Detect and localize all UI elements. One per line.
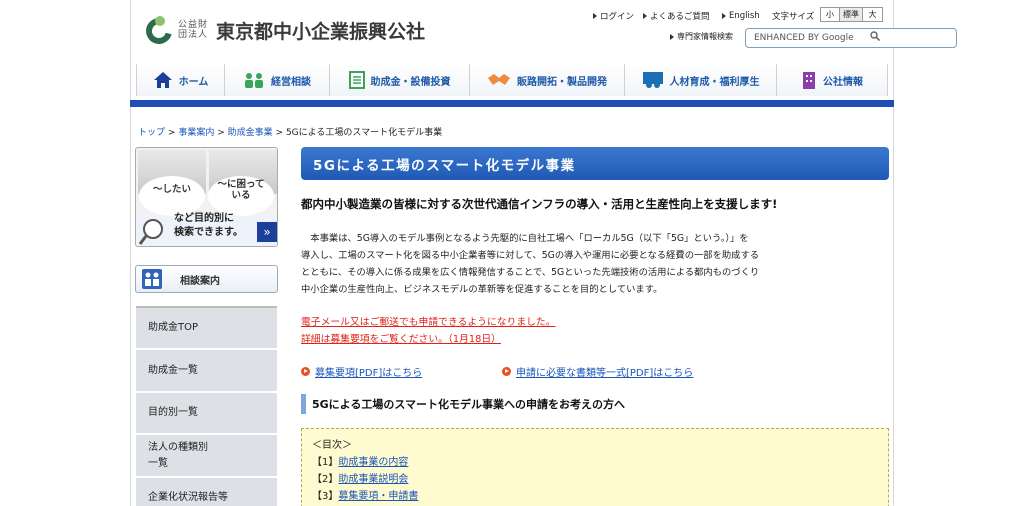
lead-text: 都内中小製造業の皆様に対する次世代通信インフラの導入・活用と生産性向上を支援しま… [301,197,778,211]
nav-item-consulting[interactable]: 経営相談 [225,64,330,96]
sidebar-item-purpose-list[interactable]: 目的別一覧 [136,393,277,435]
sidebar-item-grants-list[interactable]: 助成金一覧 [136,350,277,393]
arrow-right-icon [670,33,674,40]
logo-subtitle: 公益財団法人 [178,20,209,40]
breadcrumb-grants[interactable]: 助成金事業 [228,128,273,138]
bullet-arrow-icon [301,367,310,376]
nav-item-company-info[interactable]: 公社情報 [777,64,888,96]
breadcrumb-current: 5Gによる工場のスマート化モデル事業 [285,128,443,138]
toc-item: 【3】募集要項・申請書 [312,491,419,502]
description-text: 本事業は、5G導入のモデル事例となるよう先駆的に自社工場へ「ローカル5G（以下「… [301,233,760,295]
nav-item-training[interactable]: 人材育成・福利厚生 [625,64,777,96]
sidebar-item-status-report[interactable]: 企業化状況報告等 [136,478,277,506]
document-icon [348,71,365,89]
toc-link-briefing[interactable]: 助成事業説明会 [338,474,408,485]
toc-item: 【1】助成事業の内容 [312,457,409,468]
sidebar-item-grants-top[interactable]: 助成金TOP [136,308,277,350]
sidebar-menu: 助成金TOP 助成金一覧 目的別一覧 法人の種類別 一覧 企業化状況報告等 [136,306,277,506]
page-title: 5Gによる工場のスマート化モデル事業 [301,147,889,180]
sidebar-item-corporation-type[interactable]: 法人の種類別 一覧 [136,435,277,478]
breadcrumb: トップ > 事業案内 > 助成金事業 > 5Gによる工場のスマート化モデル事業 [138,128,443,138]
nav-item-grants[interactable]: 助成金・設備投資 [330,64,470,96]
search-icon[interactable] [870,31,880,41]
building-icon [803,72,815,89]
font-size-standard-button[interactable]: 標準 [839,7,863,22]
application-docs-pdf-link[interactable]: 申請に必要な書類等一式[PDF]はこちら [502,364,693,379]
font-size-large-button[interactable]: 大 [862,7,883,22]
header-divider [130,100,894,107]
consultation-button[interactable]: 相談案内 [135,265,278,293]
guidelines-pdf-link[interactable]: 募集要項[PDF]はこちら [301,364,422,379]
toc-link-guidelines[interactable]: 募集要項・申請書 [338,491,418,502]
login-link[interactable]: ログイン [593,9,634,23]
arrow-right-icon [722,13,726,19]
consultation-icon [142,269,162,289]
faq-link[interactable]: よくあるご質問 [643,9,710,23]
toc-title: ＜目次＞ [312,440,352,451]
font-size-label: 文字サイズ [772,12,815,22]
training-icon [642,72,663,88]
arrow-right-icon [643,13,647,19]
nav-item-home[interactable]: ホーム [136,64,225,96]
banner-bubble-trouble: ～に困って いる [217,179,265,201]
bullet-arrow-icon [502,367,511,376]
logo-name: 東京都中小企業振興公社 [216,20,426,43]
logo-mark-icon [141,13,177,49]
notice-text[interactable]: 電子メール又はご郵送でも申請できるようになりました。 詳細は募集要項をご覧くださ… [301,314,556,348]
handshake-icon [488,74,510,85]
purpose-search-banner[interactable]: ～したい ～に困って いる など目的別に 検索できます。 » [135,147,278,247]
table-of-contents: ＜目次＞ 【1】助成事業の内容 【2】助成事業説明会 【3】募集要項・申請書 [301,428,889,506]
toc-item: 【2】助成事業説明会 [312,474,409,485]
site-logo[interactable]: 公益財団法人 東京都中小企業振興公社 [141,13,426,49]
expert-search-link[interactable]: 専門家情報検索 [670,31,733,42]
toc-link-contents[interactable]: 助成事業の内容 [338,457,408,468]
magnifier-icon [139,219,163,245]
main-nav: ホーム 経営相談 助成金・設備投資 販路開拓・製品開発 人材育成・福利厚生 公社… [136,64,888,96]
home-icon [153,72,172,88]
breadcrumb-business[interactable]: 事業案内 [178,128,214,138]
people-icon [245,73,263,88]
chevron-right-icon: » [257,222,277,242]
search-input[interactable]: ENHANCED BY Google [745,28,957,48]
breadcrumb-top[interactable]: トップ [138,128,165,138]
section-heading: 5Gによる工場のスマート化モデル事業への申請をお考えの方へ [301,394,889,414]
banner-bubble-want: ～したい [152,184,191,195]
arrow-right-icon [593,13,597,19]
english-link[interactable]: English [722,9,760,23]
font-size-small-button[interactable]: 小 [820,7,840,22]
banner-text: など目的別に 検索できます。 [174,213,243,238]
nav-item-market[interactable]: 販路開拓・製品開発 [470,64,625,96]
font-size-buttons: 小 標準 大 [820,7,883,22]
